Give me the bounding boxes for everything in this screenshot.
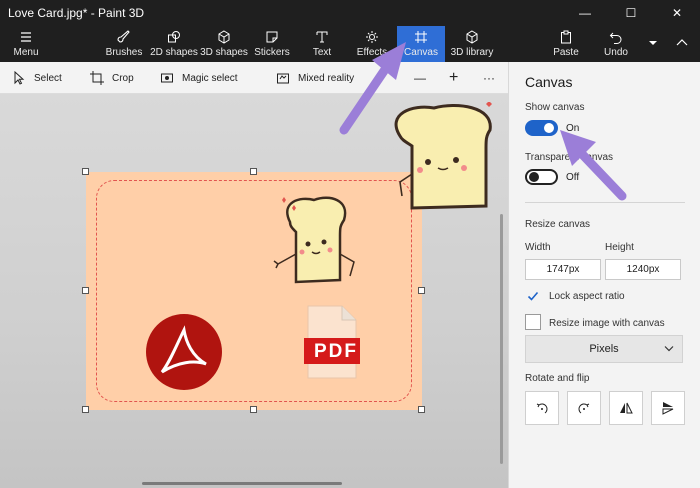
canvas-settings-panel: Canvas Show canvas On Transparent canvas… bbox=[508, 62, 700, 488]
more-options-dropdown[interactable] bbox=[646, 26, 660, 62]
undo-button[interactable]: Undo bbox=[598, 26, 634, 62]
mixed-reality-button[interactable]: Mixed reality bbox=[276, 62, 354, 94]
title-bar: Love Card.jpg* - Paint 3D — ☐ ✕ bbox=[0, 0, 700, 26]
paste-icon bbox=[561, 30, 571, 44]
canvas-toolbar: Select Crop Magic select Mixed reality —… bbox=[0, 62, 508, 94]
tab-stickers[interactable]: Stickers bbox=[250, 26, 294, 62]
rotate-right-button[interactable] bbox=[567, 391, 601, 425]
magic-select-icon bbox=[161, 73, 173, 83]
toast-character-small bbox=[273, 196, 355, 284]
tab-3d-shapes[interactable]: 3D shapes bbox=[200, 26, 248, 62]
units-dropdown[interactable]: Pixels bbox=[525, 335, 683, 363]
show-canvas-label: Show canvas bbox=[525, 102, 585, 113]
hamburger-menu-icon bbox=[21, 32, 31, 42]
resize-handle-top-left[interactable] bbox=[82, 168, 89, 175]
cursor-icon bbox=[14, 71, 25, 85]
pdf-label: PDF bbox=[314, 341, 358, 362]
love-card-canvas[interactable]: PDF bbox=[82, 168, 425, 413]
window-title: Love Card.jpg* - Paint 3D bbox=[8, 6, 145, 20]
toast-character-large bbox=[394, 102, 492, 210]
tab-2d-shapes[interactable]: 2D shapes bbox=[150, 26, 198, 62]
crop-icon bbox=[90, 71, 104, 85]
panel-divider bbox=[525, 202, 685, 203]
tab-3d-library[interactable]: 3D library bbox=[448, 26, 496, 62]
transparent-canvas-state: Off bbox=[566, 172, 580, 183]
horizontal-scrollbar[interactable] bbox=[142, 482, 342, 485]
text-icon bbox=[316, 31, 328, 43]
resize-canvas-heading: Resize canvas bbox=[525, 219, 591, 230]
magic-select-button[interactable]: Magic select bbox=[160, 62, 238, 94]
flip-vertical-icon bbox=[662, 402, 674, 415]
chevron-down-icon bbox=[649, 40, 657, 45]
close-button[interactable]: ✕ bbox=[654, 0, 700, 26]
rotate-and-flip-heading: Rotate and flip bbox=[525, 373, 590, 384]
transparent-canvas-label: Transparent canvas bbox=[525, 152, 614, 163]
3d-shapes-icon bbox=[218, 30, 230, 44]
sticker-icon bbox=[266, 31, 278, 43]
flip-vertical-button[interactable] bbox=[651, 391, 685, 425]
height-label: Height bbox=[605, 242, 634, 253]
zoom-in-button[interactable]: + bbox=[449, 62, 458, 94]
3d-library-icon bbox=[466, 30, 478, 44]
resize-handle-right[interactable] bbox=[418, 287, 425, 294]
paste-button[interactable]: Paste bbox=[548, 26, 584, 62]
tab-canvas[interactable]: Canvas bbox=[397, 26, 445, 62]
flip-horizontal-icon bbox=[620, 402, 633, 414]
tab-brushes[interactable]: Brushes bbox=[100, 26, 148, 62]
tab-text[interactable]: Text bbox=[300, 26, 344, 62]
rotate-right-icon bbox=[578, 403, 590, 414]
resize-image-with-canvas-label: Resize image with canvas bbox=[549, 318, 665, 329]
height-input[interactable]: 1240px bbox=[605, 259, 681, 280]
vertical-scrollbar[interactable] bbox=[500, 214, 503, 464]
resize-handle-top[interactable] bbox=[250, 168, 257, 175]
chevron-down-icon bbox=[664, 346, 674, 352]
maximize-button[interactable]: ☐ bbox=[608, 0, 654, 26]
2d-shapes-icon bbox=[168, 31, 180, 43]
rotate-left-button[interactable] bbox=[525, 391, 559, 425]
zoom-out-button[interactable]: — bbox=[414, 62, 426, 94]
more-button[interactable]: ··· bbox=[483, 62, 495, 94]
show-canvas-toggle[interactable] bbox=[525, 120, 558, 136]
width-input[interactable]: 1747px bbox=[525, 259, 601, 280]
tab-effects[interactable]: Effects bbox=[350, 26, 394, 62]
lock-aspect-ratio-label: Lock aspect ratio bbox=[549, 291, 625, 302]
undo-icon bbox=[609, 32, 622, 44]
resize-image-with-canvas-checkbox[interactable] bbox=[525, 314, 541, 330]
menu-button[interactable]: Menu bbox=[6, 26, 46, 62]
rotate-left-icon bbox=[536, 403, 548, 414]
mixed-reality-icon bbox=[277, 73, 289, 84]
acrobat-logo bbox=[146, 314, 222, 390]
minimize-button[interactable]: — bbox=[562, 0, 608, 26]
brush-icon bbox=[117, 30, 130, 43]
show-canvas-state: On bbox=[566, 123, 580, 134]
effects-icon bbox=[366, 31, 378, 43]
ribbon-toolbar: Menu Brushes 2D shapes 3D shapes Sticker… bbox=[0, 26, 700, 62]
canvas-icon bbox=[415, 31, 427, 43]
canvas-workspace[interactable]: PDF bbox=[0, 94, 508, 488]
resize-handle-left[interactable] bbox=[82, 287, 89, 294]
panel-title: Canvas bbox=[525, 74, 573, 90]
crop-button[interactable]: Crop bbox=[90, 62, 134, 94]
select-button[interactable]: Select bbox=[12, 62, 62, 94]
checkmark-icon bbox=[527, 291, 539, 301]
width-label: Width bbox=[525, 242, 551, 253]
lock-aspect-ratio-checkbox[interactable] bbox=[525, 288, 541, 304]
chevron-up-icon bbox=[676, 38, 688, 45]
resize-handle-bottom-right[interactable] bbox=[418, 406, 425, 413]
flip-horizontal-button[interactable] bbox=[609, 391, 643, 425]
resize-handle-bottom-left[interactable] bbox=[82, 406, 89, 413]
resize-handle-bottom[interactable] bbox=[250, 406, 257, 413]
transparent-canvas-toggle[interactable] bbox=[525, 169, 558, 185]
collapse-ribbon-button[interactable] bbox=[672, 26, 692, 62]
